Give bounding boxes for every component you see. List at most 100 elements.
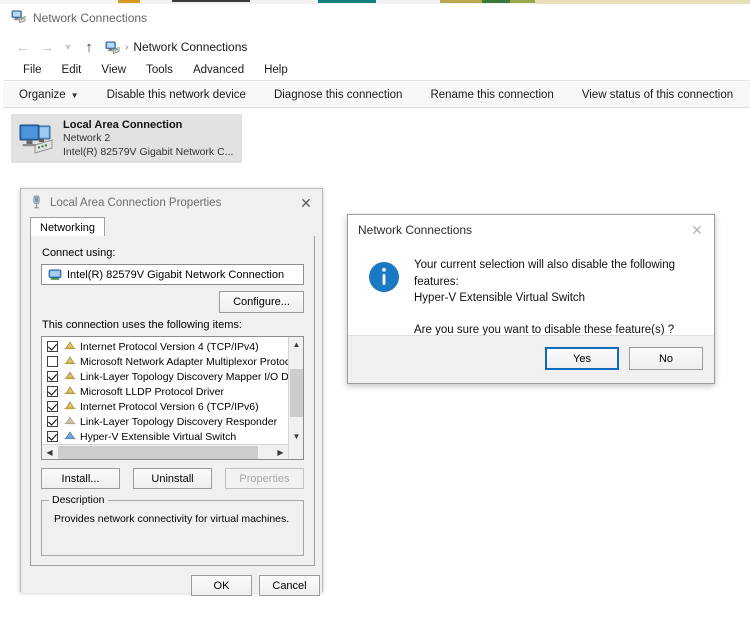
forward-arrow-icon[interactable]: → [35,36,59,58]
explorer-content-area: Local Area Connection Network 2 Intel(R)… [3,109,750,178]
chevron-up-icon[interactable]: ▲ [289,337,303,352]
toolbar-diagnose-connection[interactable]: Diagnose this connection [274,89,403,101]
item-checkbox[interactable] [47,356,58,367]
cancel-button[interactable]: Cancel [259,575,320,596]
chevron-left-icon[interactable]: ◀ [42,445,57,459]
item-label: Internet Protocol Version 4 (TCP/IPv4) [80,340,259,353]
protocol-icon [64,385,76,398]
chevron-down-icon[interactable]: ▼ [289,429,303,444]
message-box-footer: Yes No [348,335,714,383]
ok-button[interactable]: OK [191,575,252,596]
list-item[interactable]: Microsoft LLDP Protocol Driver [42,384,287,399]
close-icon[interactable]: ✕ [290,189,322,217]
menu-edit[interactable]: Edit [52,64,92,76]
description-text: Provides network connectivity for virtua… [54,513,290,525]
protocol-icon [64,400,76,413]
no-button[interactable]: No [629,347,703,370]
item-label: Microsoft LLDP Protocol Driver [80,385,224,398]
toolbar-disable-device[interactable]: Disable this network device [107,89,246,101]
back-arrow-icon[interactable]: ← [11,36,35,58]
list-item[interactable]: Internet Protocol Version 4 (TCP/IPv4) [42,339,287,354]
properties-tabstrip: Networking [30,217,315,237]
explorer-navigation-bar: ← → ▼ ↑ › Network Connections [3,34,750,60]
properties-body: Networking Connect using: Intel(R) 82579… [21,217,322,596]
explorer-title-text: Network Connections [33,11,148,25]
screen: Network Connections ← → ▼ ↑ › Network Co… [0,0,750,641]
message-line-2: Hyper-V Extensible Virtual Switch [414,292,586,305]
chevron-down-icon: ▼ [70,90,79,100]
connect-using-label: Connect using: [42,247,116,259]
explorer-menu-bar: File Edit View Tools Advanced Help [3,60,750,81]
network-connections-message-box: Network Connections ✕ Your current selec… [347,214,715,384]
menu-file[interactable]: File [13,64,52,76]
items-horizontal-scrollbar[interactable]: ◀ ▶ [42,444,288,459]
message-box-title-bar: Network Connections ✕ [348,215,714,245]
breadcrumb-current[interactable]: Network Connections [133,40,247,54]
message-line-1: Your current selection will also disable… [414,259,676,288]
chevron-right-icon[interactable]: ▶ [273,445,288,459]
item-checkbox[interactable] [47,401,58,412]
toolbar-rename-connection[interactable]: Rename this connection [430,89,553,101]
toolbar-view-status[interactable]: View status of this connection [582,89,733,101]
up-arrow-icon[interactable]: ↑ [77,36,101,58]
local-area-connection-properties-dialog: Local Area Connection Properties ✕ Netwo… [20,188,323,596]
item-checkbox[interactable] [47,371,58,382]
adapter-field-value: Intel(R) 82579V Gigabit Network Connecti… [67,268,285,281]
item-label: Hyper-V Extensible Virtual Switch [80,430,237,443]
protocol-icon [64,415,76,428]
protocol-icon [64,430,76,443]
connection-name: Local Area Connection [63,119,183,132]
item-label: Microsoft Network Adapter Multiplexor Pr… [80,355,299,368]
description-group: Description Provides network connectivit… [41,494,304,556]
tab-networking[interactable]: Networking [30,217,106,237]
items-list-label: This connection uses the following items… [42,319,242,331]
information-icon [368,261,400,293]
close-icon[interactable]: ✕ [680,215,714,245]
menu-view[interactable]: View [91,64,136,76]
breadcrumb-network-connections-icon [105,40,120,55]
chevron-down-icon[interactable]: ▼ [59,36,77,58]
network-properties-icon [30,194,43,212]
connection-network: Network 2 [63,132,111,145]
vertical-scroll-thumb[interactable] [290,369,303,417]
toolbar-organize[interactable]: Organize ▼ [19,89,79,101]
message-box-content: Your current selection will also disable… [348,245,714,337]
horizontal-scroll-thumb[interactable] [58,446,258,459]
list-item[interactable]: Internet Protocol Version 6 (TCP/IPv6) [42,399,287,414]
toolbar-organize-label: Organize [19,88,66,101]
list-item[interactable]: Local Area Connection Network 2 Intel(R)… [11,114,242,163]
breadcrumb-separator: › [125,41,129,53]
description-legend: Description [49,494,108,506]
adapter-field[interactable]: Intel(R) 82579V Gigabit Network Connecti… [41,264,304,285]
list-item[interactable]: Link-Layer Topology Discovery Mapper I/O… [42,369,303,384]
configure-button[interactable]: Configure... [219,291,304,313]
item-label: Link-Layer Topology Discovery Responder [80,415,278,428]
properties-title-bar: Local Area Connection Properties ✕ [21,189,322,217]
list-item[interactable]: Microsoft Network Adapter Multiplexor Pr… [42,354,298,369]
connection-adapter: Intel(R) 82579V Gigabit Network C... [63,145,234,158]
explorer-title-bar: Network Connections [3,4,750,32]
protocol-icon [64,370,76,383]
menu-help[interactable]: Help [254,64,298,76]
network-adapter-icon [17,118,59,160]
uninstall-button[interactable]: Uninstall [133,468,212,489]
properties-title-text: Local Area Connection Properties [50,197,222,209]
item-label: Link-Layer Topology Discovery Mapper I/O… [80,370,304,383]
item-checkbox[interactable] [47,431,58,442]
item-checkbox[interactable] [47,416,58,427]
item-checkbox[interactable] [47,386,58,397]
menu-advanced[interactable]: Advanced [183,64,254,76]
network-connections-icon [11,9,26,27]
list-item[interactable]: Hyper-V Extensible Virtual Switch [42,429,287,444]
install-button[interactable]: Install... [41,468,120,489]
protocol-icon [64,355,76,368]
item-label: Internet Protocol Version 6 (TCP/IPv6) [80,400,259,413]
protocol-icon [64,340,76,353]
items-vertical-scrollbar[interactable]: ▲ ▼ [288,337,303,459]
item-checkbox[interactable] [47,341,58,352]
networking-tab-panel: Connect using: Intel(R) 82579V Gigabit N… [30,236,315,566]
network-items-list[interactable]: Internet Protocol Version 4 (TCP/IPv4) M… [41,336,304,460]
yes-button[interactable]: Yes [545,347,619,370]
menu-tools[interactable]: Tools [136,64,183,76]
list-item[interactable]: Link-Layer Topology Discovery Responder [42,414,287,429]
